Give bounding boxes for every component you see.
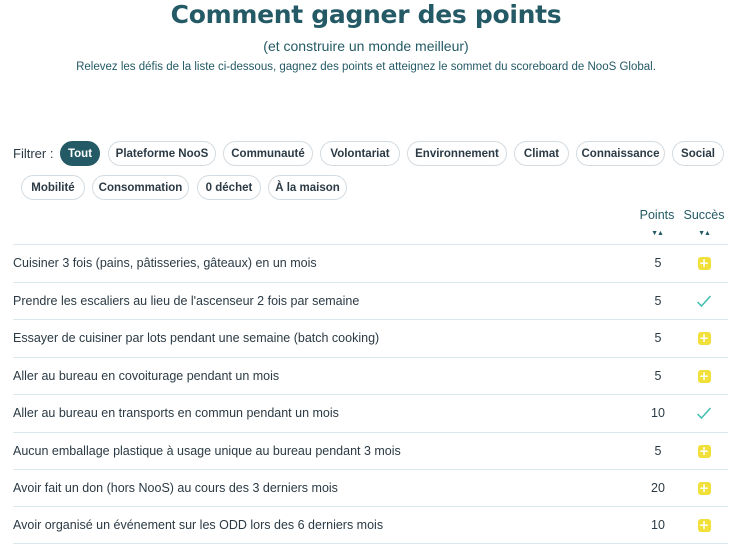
challenge-points: 20 bbox=[651, 481, 665, 495]
challenge-name: Avoir fait un don (hors NooS) au cours d… bbox=[13, 481, 338, 495]
challenge-points: 10 bbox=[651, 518, 665, 532]
filter-chip-environnement[interactable]: Environnement bbox=[407, 141, 507, 166]
filter-chip-plateforme-noos[interactable]: Plateforme NooS bbox=[108, 141, 216, 166]
challenge-status[interactable]: + bbox=[696, 517, 712, 533]
table-row: Prendre les escaliers au lieu de l'ascen… bbox=[13, 282, 728, 320]
table-row: Avoir organisé un événement sur les ODD … bbox=[13, 506, 728, 544]
challenge-points: 5 bbox=[654, 256, 662, 270]
table-row: Avoir fait un don (hors NooS) au cours d… bbox=[13, 469, 728, 507]
check-icon bbox=[696, 293, 712, 309]
challenge-name: Essayer de cuisiner par lots pendant une… bbox=[13, 331, 380, 345]
challenge-status[interactable]: + bbox=[696, 480, 712, 496]
filter-chip-zero-dechet[interactable]: 0 déchet bbox=[197, 175, 261, 200]
challenge-name: Aucun emballage plastique à usage unique… bbox=[13, 444, 401, 458]
page-description: Relevez les défis de la liste ci-dessous… bbox=[76, 61, 656, 73]
check-icon bbox=[696, 405, 712, 421]
plus-icon[interactable]: + bbox=[697, 331, 711, 345]
filter-chip-connaissance[interactable]: Connaissance bbox=[576, 141, 665, 166]
plus-icon[interactable]: + bbox=[697, 518, 711, 532]
challenge-name: Aller au bureau en covoiturage pendant u… bbox=[13, 369, 280, 383]
page-subtitle: (et construire un monde meilleur) bbox=[263, 38, 469, 54]
plus-icon[interactable]: + bbox=[697, 256, 711, 270]
sort-points-icon[interactable]: ▼▲ bbox=[645, 230, 669, 237]
column-header-points[interactable]: Points bbox=[632, 208, 682, 222]
challenge-points: 5 bbox=[654, 331, 662, 345]
filter-chip-mobilite[interactable]: Mobilité bbox=[21, 175, 85, 200]
table-row: Essayer de cuisiner par lots pendant une… bbox=[13, 319, 728, 357]
table-row: Aller au bureau en transports en commun … bbox=[13, 394, 728, 432]
filter-chip-consommation[interactable]: Consommation bbox=[92, 175, 189, 200]
filter-label: Filtrer : bbox=[13, 146, 54, 161]
filter-chip-social[interactable]: Social bbox=[672, 141, 724, 166]
column-header-success[interactable]: Succès bbox=[680, 208, 728, 222]
plus-icon[interactable]: + bbox=[697, 481, 711, 495]
filter-chip-communaute[interactable]: Communauté bbox=[223, 141, 313, 166]
challenge-name: Avoir organisé un événement sur les ODD … bbox=[13, 518, 384, 532]
page-title: Comment gagner des points bbox=[170, 0, 562, 29]
filter-chip-climat[interactable]: Climat bbox=[514, 141, 569, 166]
sort-success-icon[interactable]: ▼▲ bbox=[692, 230, 716, 237]
challenge-name: Prendre les escaliers au lieu de l'ascen… bbox=[13, 294, 360, 308]
challenge-name: Cuisiner 3 fois (pains, pâtisseries, gât… bbox=[13, 256, 317, 270]
challenge-name: Aller au bureau en transports en commun … bbox=[13, 406, 339, 420]
table-row: Aucun emballage plastique à usage unique… bbox=[13, 432, 728, 470]
challenge-points: 5 bbox=[654, 369, 662, 383]
filter-chip-tout[interactable]: Tout bbox=[60, 141, 100, 166]
challenge-status[interactable]: + bbox=[696, 255, 712, 271]
challenge-status[interactable]: + bbox=[696, 368, 712, 384]
table-row: Cuisiner 3 fois (pains, pâtisseries, gât… bbox=[13, 244, 728, 282]
challenge-points: 5 bbox=[654, 294, 662, 308]
plus-icon[interactable]: + bbox=[697, 444, 711, 458]
table-row: Aller au bureau en covoiturage pendant u… bbox=[13, 357, 728, 395]
challenge-points: 5 bbox=[654, 444, 662, 458]
challenge-status[interactable]: + bbox=[696, 330, 712, 346]
filter-chip-volontariat[interactable]: Volontariat bbox=[320, 141, 400, 166]
challenge-points: 10 bbox=[651, 406, 665, 420]
table-divider bbox=[13, 543, 728, 544]
challenge-status[interactable]: + bbox=[696, 443, 712, 459]
filter-chip-a-la-maison[interactable]: À la maison bbox=[268, 175, 347, 200]
plus-icon[interactable]: + bbox=[697, 369, 711, 383]
